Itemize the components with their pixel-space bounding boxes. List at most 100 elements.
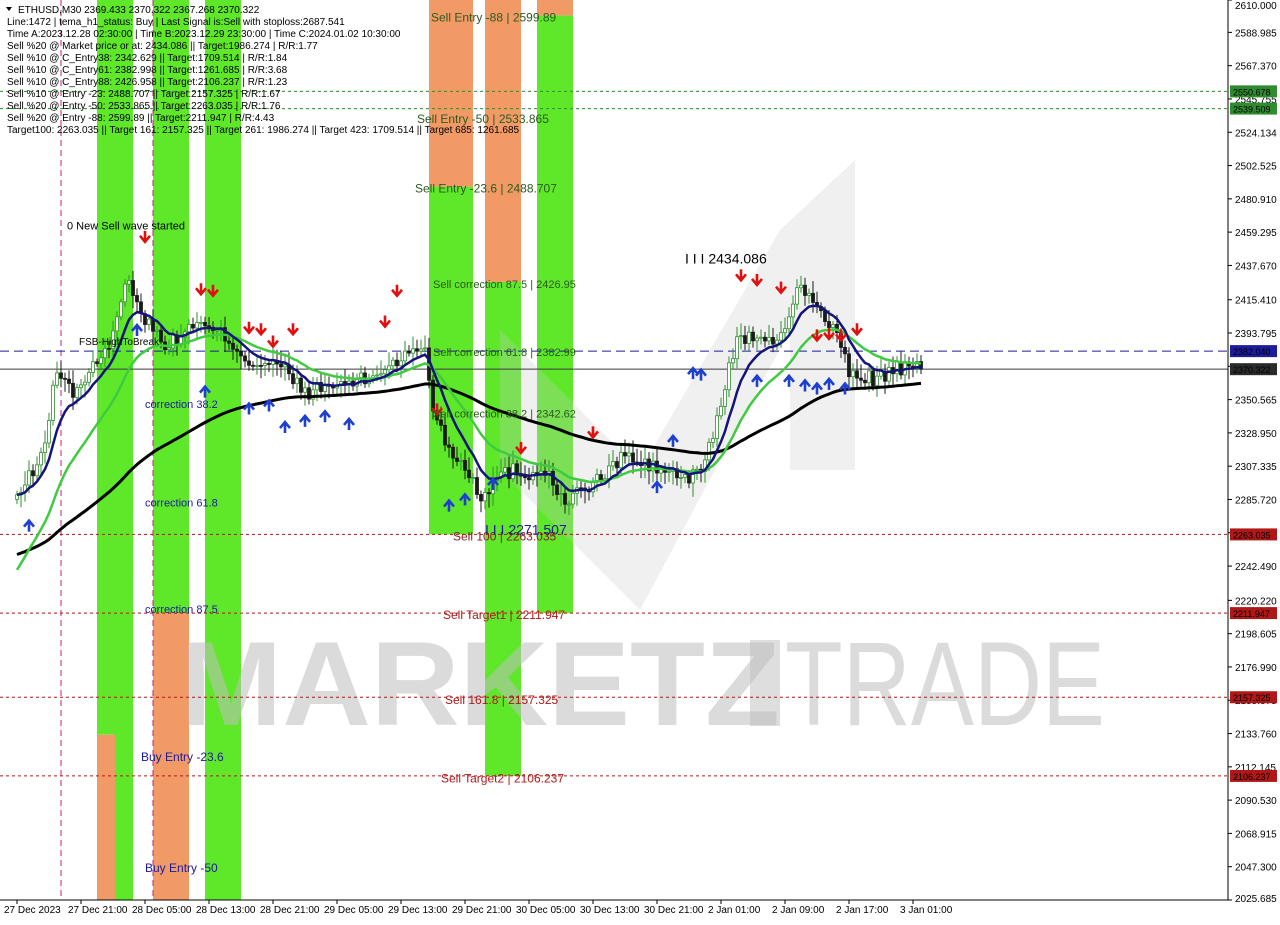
y-tick-label-13: 2328.950 xyxy=(1235,429,1277,440)
candle-body-181 xyxy=(739,335,743,338)
candle-body-191 xyxy=(779,332,783,341)
candle-body-111 xyxy=(459,459,463,462)
level-tag-label-5: 2211.947 xyxy=(1233,609,1270,619)
info-line-2: Time A:2023.12.28 02:30:00 | Time B:2023… xyxy=(7,29,401,40)
candle-body-11 xyxy=(59,372,63,379)
annotation-5: Sell correction 38.2 | 2342.62 xyxy=(433,408,576,420)
y-tick-label-20: 2176.990 xyxy=(1235,663,1277,674)
candle-body-7 xyxy=(43,442,47,454)
info-line-7: Sell %10 @ Entry -23: 2488.707 || Target… xyxy=(7,89,281,100)
candle-body-6 xyxy=(39,452,43,466)
candle-body-53 xyxy=(227,340,231,344)
candle-body-182 xyxy=(743,335,747,344)
candle-body-95 xyxy=(395,359,399,367)
candle-body-214 xyxy=(871,370,875,387)
candle-body-204 xyxy=(831,324,835,328)
y-tick-label-17: 2242.490 xyxy=(1235,562,1277,573)
candle-body-114 xyxy=(471,477,475,479)
candle-body-34 xyxy=(151,318,155,332)
y-tick-label-6: 2480.910 xyxy=(1235,195,1277,206)
candle-body-207 xyxy=(843,347,847,355)
candle-body-153 xyxy=(627,452,631,457)
candle-body-25 xyxy=(115,316,119,332)
candle-body-151 xyxy=(619,452,623,469)
x-tick-label-2: 28 Dec 05:00 xyxy=(132,905,192,916)
candle-body-62 xyxy=(263,363,267,366)
annotation-9: Sell Target2 | 2106.237 xyxy=(441,771,564,785)
y-tick-label-19: 2198.605 xyxy=(1235,630,1277,641)
candle-body-177 xyxy=(723,389,727,407)
candle-body-107 xyxy=(443,424,447,446)
chart-area: MARKETZ TRADE Sell Entry -88 | 2599.89 Sel… xyxy=(0,0,1280,920)
annotation-0: Sell Entry -88 | 2599.89 xyxy=(431,11,557,25)
candle-body-186 xyxy=(759,336,763,339)
candle-body-118 xyxy=(487,492,491,495)
fib-zone-5-0 xyxy=(485,0,521,282)
candle-body-94 xyxy=(391,359,395,367)
y-tick-label-8: 2437.670 xyxy=(1235,261,1277,272)
candle-body-167 xyxy=(683,474,687,478)
candle-body-108 xyxy=(447,444,451,448)
candle-body-22 xyxy=(103,347,107,359)
candle-body-36 xyxy=(159,329,163,343)
candle-body-197 xyxy=(803,284,807,296)
candle-body-9 xyxy=(51,384,55,421)
candle-body-220 xyxy=(895,361,899,375)
candle-body-54 xyxy=(231,342,235,350)
candle-body-188 xyxy=(767,337,771,342)
level-tag-label-3: 2370.322 xyxy=(1233,365,1271,375)
candle-body-211 xyxy=(859,377,863,381)
info-line-10: Target100: 2263.035 || Target 161: 2157.… xyxy=(7,125,520,136)
candle-body-106 xyxy=(439,419,443,426)
candle-body-26 xyxy=(119,301,123,318)
candle-body-116 xyxy=(479,494,483,502)
candle-body-100 xyxy=(415,348,419,352)
candle-body-173 xyxy=(707,441,711,461)
candle-body-135 xyxy=(555,484,559,495)
y-tick-label-4: 2524.134 xyxy=(1235,128,1277,139)
info-line-1: Line:1472 | tema_h1_status: Buy | Last S… xyxy=(7,17,345,28)
candle-body-66 xyxy=(279,363,283,368)
candle-body-210 xyxy=(855,370,859,379)
y-tick-label-27: 2025.685 xyxy=(1235,894,1277,905)
candle-body-61 xyxy=(259,365,263,367)
x-tick-label-5: 29 Dec 05:00 xyxy=(324,905,384,916)
candle-body-99 xyxy=(411,348,415,354)
y-tick-label-5: 2502.525 xyxy=(1235,162,1277,173)
y-tick-label-7: 2459.295 xyxy=(1235,228,1277,239)
fib-zone-4-1 xyxy=(429,186,473,535)
level-tag-label-6: 2157.325 xyxy=(1233,693,1271,703)
candle-body-174 xyxy=(711,438,715,443)
candle-body-67 xyxy=(283,364,287,368)
watermark-bar xyxy=(750,640,780,726)
candle-body-196 xyxy=(799,284,803,289)
x-tick-label-8: 30 Dec 05:00 xyxy=(516,905,576,916)
candle-body-110 xyxy=(455,457,459,462)
candle-body-90 xyxy=(375,374,379,377)
candle-body-185 xyxy=(755,337,759,342)
y-tick-label-15: 2285.720 xyxy=(1235,495,1277,506)
candle-body-71 xyxy=(299,377,303,393)
candle-body-17 xyxy=(83,381,87,386)
candle-body-43 xyxy=(187,324,191,333)
info-line-0: ETHUSD,M30 2369.433 2370.322 2367.268 23… xyxy=(18,5,260,16)
candle-body-91 xyxy=(379,373,383,376)
annotation-14: correction 38.2 xyxy=(145,399,218,411)
info-line-9: Sell %20 @ Entry -88: 2599.89 || Target:… xyxy=(7,113,275,124)
candle-body-194 xyxy=(791,303,795,318)
x-tick-label-10: 30 Dec 21:00 xyxy=(644,905,704,916)
candle-body-21 xyxy=(99,357,103,364)
candle-body-4 xyxy=(31,470,35,477)
candle-body-166 xyxy=(679,477,683,479)
candle-body-117 xyxy=(483,492,487,502)
annotation-12: I I I 2434.086 xyxy=(685,250,767,266)
y-tick-label-2: 2567.370 xyxy=(1235,62,1277,73)
candle-body-136 xyxy=(559,493,563,495)
candle-body-101 xyxy=(419,348,423,352)
candle-body-212 xyxy=(863,379,867,384)
candle-body-179 xyxy=(731,358,735,364)
candle-body-218 xyxy=(887,367,891,382)
candle-body-113 xyxy=(467,469,471,479)
annotation-10: 0 New Sell wave started xyxy=(67,220,185,232)
candle-body-139 xyxy=(571,492,575,505)
